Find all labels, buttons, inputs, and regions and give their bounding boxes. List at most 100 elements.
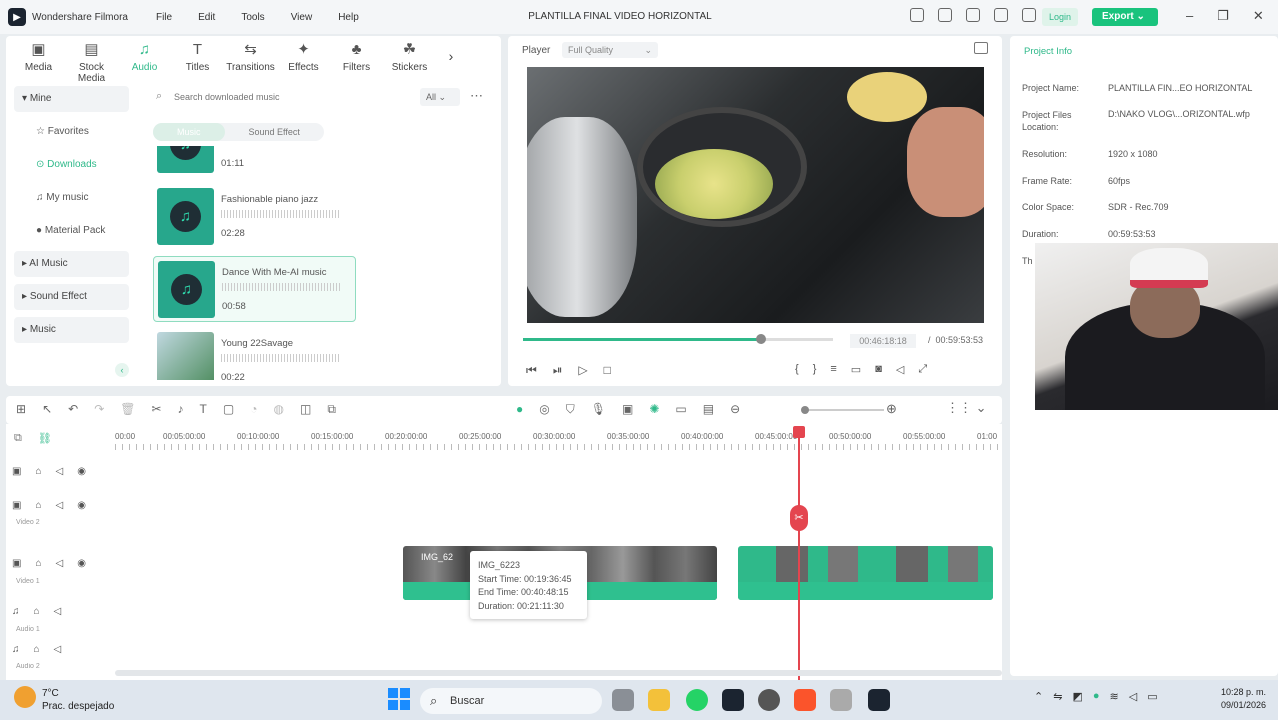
text-icon[interactable]: T	[200, 402, 207, 417]
restore-icon[interactable]: ❐	[1217, 8, 1229, 24]
mute-icon[interactable]: ◁	[54, 606, 62, 617]
lock-icon[interactable]: ⌂	[35, 558, 41, 569]
search-input[interactable]	[174, 88, 394, 106]
mark-out-icon[interactable]: }	[813, 363, 817, 376]
delete-icon[interactable]: 🗑	[120, 402, 135, 417]
playback-scrubber[interactable]	[756, 334, 766, 344]
volume-icon[interactable]: ◁	[896, 363, 904, 376]
shield-icon[interactable]: ⛉	[566, 402, 575, 417]
taskbar-search[interactable]: ⌕ Buscar	[420, 688, 602, 714]
filter-dropdown[interactable]: All ⌄	[420, 88, 460, 106]
more-tabs-chevron-icon[interactable]: ›	[436, 42, 466, 84]
crop-icon[interactable]: ▢	[223, 402, 234, 417]
mute-icon[interactable]: ◁	[56, 500, 64, 511]
collapse-sidebar-icon[interactable]: ‹	[115, 363, 129, 377]
render-icon[interactable]: ●	[516, 402, 523, 417]
playback-progress-fill[interactable]	[523, 338, 763, 341]
quality-dropdown[interactable]: Full Quality ⌄	[562, 42, 658, 58]
sidebar-item-downloads[interactable]: ⊙ Downloads	[14, 152, 129, 178]
grid-menu-icon[interactable]: ⋮⋮ ⌄	[946, 400, 987, 416]
lock-icon[interactable]: ⌂	[34, 606, 40, 617]
menu-view[interactable]: View	[291, 12, 313, 23]
split-scissor-icon[interactable]: ✂	[790, 505, 808, 531]
sidebar-item-sound-effect[interactable]: ▸ Sound Effect	[14, 284, 129, 310]
sidebar-item-music[interactable]: ▸ Music	[14, 317, 129, 343]
sidebar-item-my-music[interactable]: ♫ My music	[14, 185, 129, 211]
brave-icon[interactable]	[794, 689, 816, 711]
tab-titles[interactable]: T Titles	[171, 42, 224, 84]
stop-icon[interactable]: □	[604, 363, 611, 378]
playhead-handle[interactable]	[793, 426, 805, 438]
zoom-in-icon[interactable]: ⊕	[886, 401, 897, 417]
filmora-taskbar-icon[interactable]	[722, 689, 744, 711]
menu-help[interactable]: Help	[338, 12, 359, 23]
chevron-up-icon[interactable]: ⌃	[1034, 690, 1043, 703]
cloud-icon[interactable]	[966, 8, 980, 22]
snapshot-icon[interactable]: ▤	[703, 402, 714, 417]
select-tool-icon[interactable]: ↖	[42, 402, 52, 417]
pip-icon[interactable]: ▭	[675, 402, 686, 417]
microphone-icon[interactable]: 🎙	[591, 402, 606, 417]
zoom-slider[interactable]	[804, 409, 884, 411]
sidebar-item-ai-music[interactable]: ▸ AI Music	[14, 251, 129, 277]
task-view-icon[interactable]	[612, 689, 634, 711]
link-icon[interactable]: ⛓	[38, 432, 52, 445]
color-icon[interactable]: ◍	[273, 402, 283, 417]
tab-filters[interactable]: ♣ Filters	[330, 42, 383, 84]
time-ruler[interactable]: 00:00 00:05:00:00 00:10:00:00 00:15:00:0…	[115, 428, 1002, 452]
speed-icon[interactable]: ◔	[250, 402, 257, 417]
ai-icon[interactable]: ✺	[649, 402, 659, 417]
mark-in-icon[interactable]: {	[795, 363, 799, 376]
sidebar-item-material-pack[interactable]: ● Material Pack	[14, 218, 129, 244]
playhead[interactable]	[798, 428, 800, 680]
menu-tools[interactable]: Tools	[241, 12, 264, 23]
wifi-icon[interactable]: ≋	[1110, 690, 1119, 703]
whatsapp-icon[interactable]	[686, 689, 708, 711]
gift-icon[interactable]	[1022, 8, 1036, 22]
lock-icon[interactable]: ⌂	[35, 500, 41, 511]
export-button[interactable]: Export ⌄	[1092, 8, 1158, 26]
save-icon[interactable]	[938, 8, 952, 22]
support-icon[interactable]	[994, 8, 1008, 22]
audio-edit-icon[interactable]: ♪	[178, 402, 184, 417]
redo-icon[interactable]: ↷	[94, 402, 104, 417]
mask-icon[interactable]: ◫	[300, 402, 311, 417]
marker-list-icon[interactable]: ≡	[830, 363, 836, 376]
menu-edit[interactable]: Edit	[198, 12, 215, 23]
cut-icon[interactable]: ✂	[151, 402, 161, 417]
eye-icon[interactable]: ◉	[77, 466, 86, 477]
tab-effects[interactable]: ✦ Effects	[277, 42, 330, 84]
tab-stock-media[interactable]: ▤ Stock Media	[65, 42, 118, 85]
add-track-icon[interactable]: ⧉	[14, 432, 22, 445]
play-reverse-icon[interactable]: ⏯	[553, 363, 563, 378]
lock-icon[interactable]: ⌂	[35, 466, 41, 477]
mute-icon[interactable]: ◁	[54, 644, 62, 655]
video-preview[interactable]	[527, 67, 984, 323]
battery-icon[interactable]: ▭	[1147, 690, 1157, 703]
login-button[interactable]: Login	[1042, 8, 1078, 26]
undo-icon[interactable]: ↶	[68, 402, 78, 417]
menu-file[interactable]: File	[156, 12, 172, 23]
display-icon[interactable]: ▭	[851, 363, 861, 376]
minimize-icon[interactable]: –	[1186, 8, 1193, 24]
voiceover-icon[interactable]: ▣	[622, 402, 633, 417]
record-icon[interactable]: ◎	[539, 402, 549, 417]
file-explorer-icon[interactable]	[648, 689, 670, 711]
music-card[interactable]: ♫ Fashionable piano jazz 02:28	[153, 184, 356, 250]
camera-icon[interactable]: ◙	[875, 363, 882, 376]
tab-stickers[interactable]: ☘ Stickers	[383, 42, 436, 84]
tab-media[interactable]: ▣ Media	[12, 42, 65, 84]
volume-icon[interactable]: ◁	[1129, 690, 1137, 703]
group-icon[interactable]: ⧉	[327, 402, 336, 417]
tray-app-icon[interactable]: ◩	[1072, 690, 1082, 703]
timeline-scrollbar[interactable]	[115, 670, 1002, 676]
fullscreen-icon[interactable]: ⤢	[918, 363, 927, 376]
eye-icon[interactable]: ◉	[77, 558, 86, 569]
zoom-knob[interactable]	[801, 406, 809, 414]
more-options-icon[interactable]: ⋯	[470, 88, 483, 104]
music-card[interactable]: Young 22Savage 00:22	[153, 328, 356, 380]
eye-icon[interactable]: ◉	[77, 500, 86, 511]
music-card[interactable]: ♫ 01:11	[153, 146, 356, 178]
app-icon[interactable]	[830, 689, 852, 711]
music-card-selected[interactable]: ♫ Dance With Me-AI music 00:58	[153, 256, 356, 322]
